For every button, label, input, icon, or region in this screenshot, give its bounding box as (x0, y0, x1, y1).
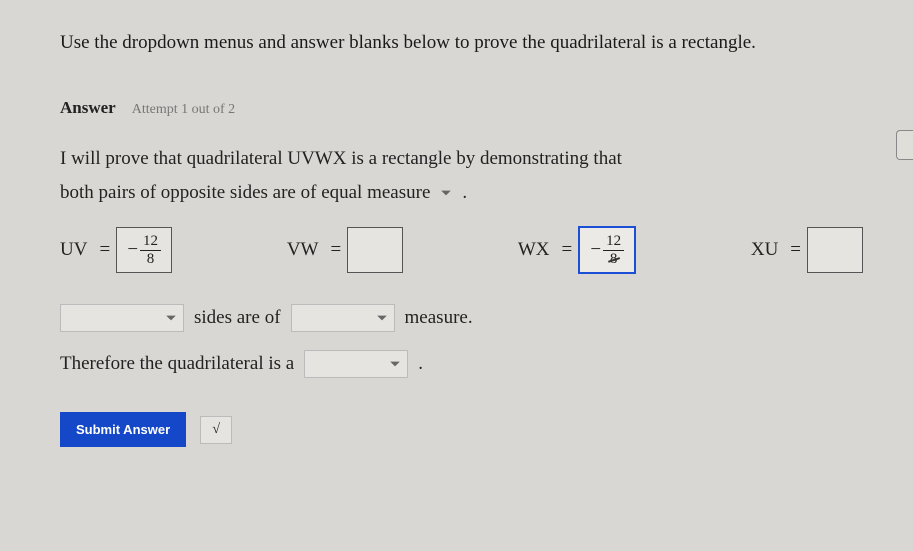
segment-uv: UV = − 12 8 (60, 227, 172, 273)
proof-method-dropdown[interactable] (436, 185, 456, 201)
proof-line-2: both pairs of opposite sides are of equa… (60, 182, 863, 204)
uv-label: UV (60, 239, 87, 261)
vw-label: VW (287, 239, 319, 261)
math-keyboard-button[interactable]: √ (200, 416, 232, 444)
wx-input[interactable]: − 12 8 (578, 226, 636, 274)
question-prompt: Use the dropdown menus and answer blanks… (60, 32, 863, 54)
uv-numerator: 12 (140, 234, 161, 251)
wx-denominator: 8 (610, 251, 618, 267)
segment-xu: XU = (751, 227, 863, 273)
uv-sign: − (127, 239, 138, 261)
uv-fraction: 12 8 (140, 234, 161, 267)
period: . (462, 182, 467, 204)
answer-header: Answer Attempt 1 out of 2 (60, 98, 863, 118)
uv-equals: = (99, 239, 110, 261)
xu-equals: = (790, 239, 801, 261)
wx-numerator: 12 (603, 234, 624, 251)
segment-vw: VW = (287, 227, 403, 273)
uv-input[interactable]: − 12 8 (116, 227, 172, 273)
measure-type-dropdown[interactable] (291, 304, 395, 332)
xu-input[interactable] (807, 227, 863, 273)
measure-text: measure. (405, 307, 473, 329)
xu-label: XU (751, 239, 778, 261)
shape-dropdown[interactable] (304, 350, 408, 378)
submit-row: Submit Answer √ (60, 412, 863, 447)
segment-wx: WX = − 12 8 (518, 226, 636, 274)
wx-fraction: 12 8 (603, 234, 624, 267)
vw-input[interactable] (347, 227, 403, 273)
proof-method-text: both pairs of opposite sides are of equa… (60, 182, 430, 204)
wx-label: WX (518, 239, 550, 261)
vw-equals: = (330, 239, 341, 261)
sides-type-dropdown[interactable] (60, 304, 184, 332)
equations-row: UV = − 12 8 VW = WX = − 12 8 (60, 226, 863, 274)
proof-line-1: I will prove that quadrilateral UVWX is … (60, 148, 863, 170)
wx-sign: − (590, 239, 601, 261)
submit-button[interactable]: Submit Answer (60, 412, 186, 447)
sides-are-of-text: sides are of (194, 307, 281, 329)
conclusion-sentence-2: Therefore the quadrilateral is a . (60, 350, 863, 378)
therefore-text: Therefore the quadrilateral is a (60, 353, 294, 375)
conclusion-sentence-1: sides are of measure. (60, 304, 863, 332)
attempt-counter: Attempt 1 out of 2 (132, 102, 235, 117)
uv-denominator: 8 (147, 251, 155, 267)
answer-label: Answer (60, 98, 116, 117)
therefore-period: . (418, 353, 423, 375)
calculator-icon[interactable] (896, 130, 913, 160)
wx-equals: = (561, 239, 572, 261)
